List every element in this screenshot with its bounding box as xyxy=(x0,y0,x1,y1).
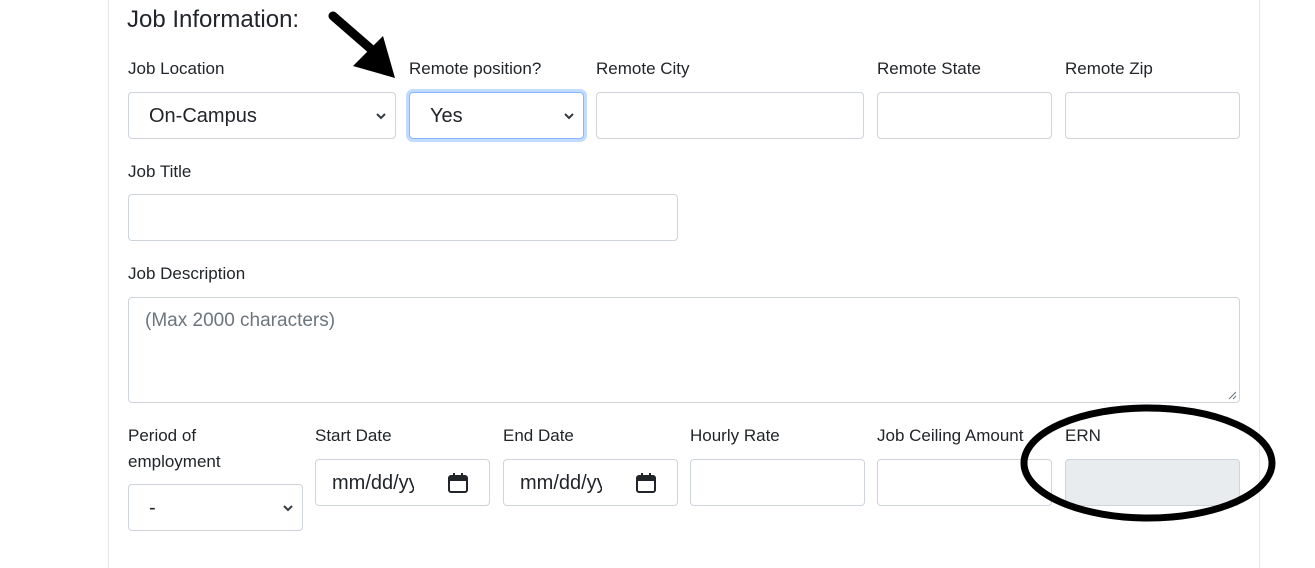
end-date-label: End Date xyxy=(503,426,574,445)
chevron-down-icon xyxy=(564,113,574,120)
calendar-icon[interactable] xyxy=(447,472,469,494)
start-date-input[interactable]: mm/dd/yyyy xyxy=(315,459,490,506)
job-location-label: Job Location xyxy=(128,59,225,78)
period-value: - xyxy=(149,497,156,519)
calendar-icon[interactable] xyxy=(635,472,657,494)
hourly-rate-label: Hourly Rate xyxy=(690,426,780,445)
period-label-line1: Period of xyxy=(128,426,197,445)
ern-label: ERN xyxy=(1065,426,1101,445)
remote-position-value: Yes xyxy=(430,105,463,127)
end-date-value: mm/dd/yyyy xyxy=(520,472,602,494)
remote-city-input[interactable] xyxy=(596,92,864,139)
remote-zip-input[interactable] xyxy=(1065,92,1240,139)
end-date-input[interactable]: mm/dd/yyyy xyxy=(503,459,678,506)
period-select[interactable]: - xyxy=(128,484,303,531)
chevron-down-icon xyxy=(376,113,386,120)
section-title: Job Information: xyxy=(127,6,300,33)
remote-state-label: Remote State xyxy=(877,59,981,78)
remote-state-input[interactable] xyxy=(877,92,1052,139)
job-ceiling-input[interactable] xyxy=(877,459,1052,506)
job-location-select[interactable]: On-Campus xyxy=(128,92,396,139)
ern-input xyxy=(1065,459,1240,506)
job-title-input[interactable] xyxy=(128,194,678,241)
job-ceiling-label: Job Ceiling Amount xyxy=(877,426,1024,445)
job-title-label: Job Title xyxy=(128,162,192,181)
period-label-line2: employment xyxy=(128,452,221,471)
hourly-rate-input[interactable] xyxy=(690,459,865,506)
remote-position-select[interactable]: Yes xyxy=(409,92,584,139)
start-date-value: mm/dd/yyyy xyxy=(332,472,414,494)
remote-city-label: Remote City xyxy=(596,59,690,78)
start-date-label: Start Date xyxy=(315,426,392,445)
remote-zip-label: Remote Zip xyxy=(1065,59,1153,78)
chevron-down-icon xyxy=(283,505,293,512)
job-description-placeholder: (Max 2000 characters) xyxy=(145,310,336,331)
job-description-textarea[interactable]: (Max 2000 characters) xyxy=(128,297,1240,403)
job-location-value: On-Campus xyxy=(149,105,257,127)
job-description-label: Job Description xyxy=(128,264,246,283)
remote-position-label: Remote position? xyxy=(409,59,542,78)
resize-handle-icon[interactable] xyxy=(1227,390,1237,400)
